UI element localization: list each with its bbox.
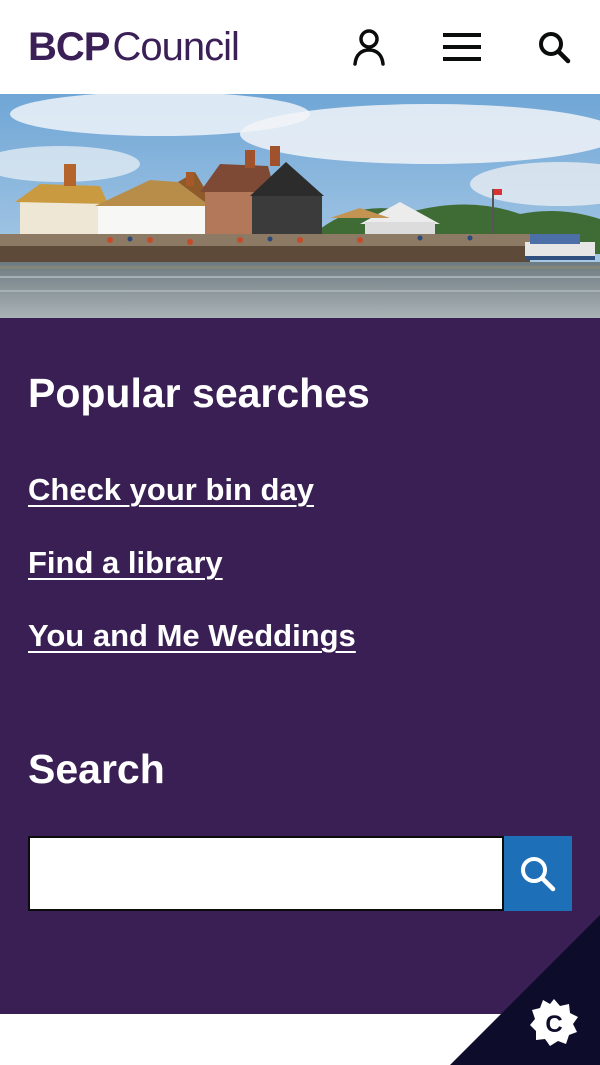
cookie-settings-button[interactable]: C <box>450 915 600 1065</box>
search-icon <box>539 32 571 64</box>
cookie-letter: C <box>545 1011 562 1038</box>
search-submit-button[interactable] <box>504 836 572 911</box>
popular-searches-heading: Popular searches <box>28 370 370 416</box>
page: BCP Council Popular searches Check your … <box>0 0 600 1065</box>
harbour-illustration <box>0 94 600 318</box>
menu-icon <box>443 33 481 61</box>
account-icon <box>353 29 385 66</box>
link-check-bin-day[interactable]: Check your bin day <box>28 471 314 509</box>
bcp-council-logo[interactable]: BCP Council <box>28 25 240 69</box>
menu-button[interactable] <box>442 26 482 68</box>
logo-council-text: Council <box>112 25 239 69</box>
hero-image <box>0 94 600 318</box>
link-you-and-me-weddings[interactable]: You and Me Weddings <box>28 617 356 655</box>
cookie-corner-triangle: C <box>450 915 600 1065</box>
site-header: BCP Council <box>0 0 600 94</box>
popular-searches-panel: Popular searches Check your bin day Find… <box>0 318 600 1014</box>
account-button[interactable] <box>349 26 389 68</box>
logo-bcp-text: BCP <box>28 25 110 69</box>
search-input[interactable] <box>28 836 504 911</box>
search-icon <box>521 856 556 891</box>
search-heading: Search <box>28 746 165 792</box>
link-find-library[interactable]: Find a library <box>28 544 223 582</box>
header-search-button[interactable] <box>534 26 574 68</box>
